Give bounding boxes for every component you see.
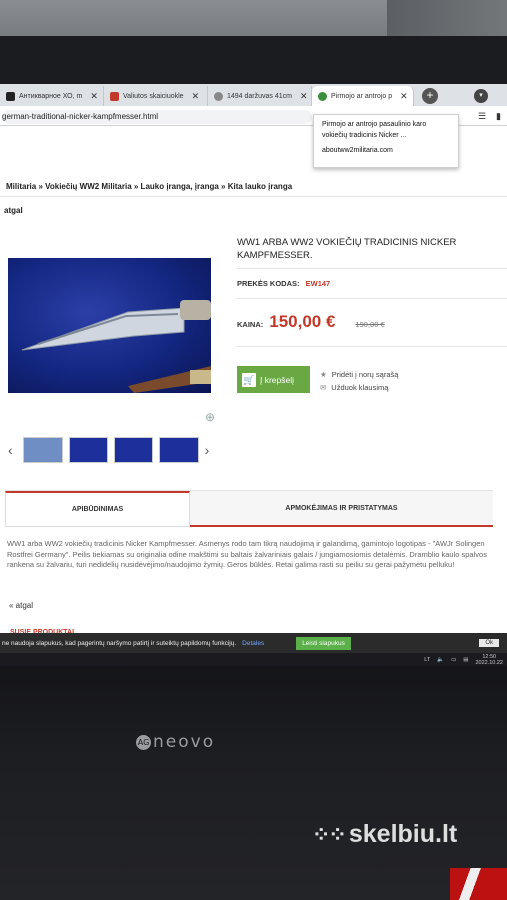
envelope-icon: ✉ [320,383,327,392]
sidebar-icon[interactable]: ▮ [496,111,501,122]
watermark-logo-icon: ⁘⁘ [312,822,347,847]
accept-cookies-button[interactable]: Leisti slapukus [296,636,351,650]
watermark-text: skelbiu.lt [348,820,458,848]
wishlist-link[interactable]: ★ Pridėti į norų sąrašą [320,368,398,381]
browser-tab[interactable]: Антикварное ХО, m ✕ [0,86,104,106]
old-price: 190,00 € [355,320,385,329]
tab-favicon-icon [318,91,327,101]
product-image[interactable] [8,258,211,393]
tab-close-icon[interactable]: ✕ [90,91,98,102]
tab-close-icon[interactable]: ✕ [400,91,408,102]
browser-tab-active[interactable]: Pirmojo ar antrojo p ✕ [312,86,414,106]
browser-tab[interactable]: Valiutos skaiciuokle ✕ [104,86,208,106]
language-indicator[interactable]: LT [424,657,430,663]
divider [237,346,507,347]
notification-icon[interactable]: ▤ [463,657,468,663]
back-link-bottom[interactable]: « atgal [9,601,33,610]
brand-mark: AG [136,735,151,750]
divider [237,268,507,269]
product-code-label: PREKĖS KODAS: [237,279,300,288]
star-icon: ★ [320,370,327,379]
cookie-banner: ne naudoja slapukus, kad pagerintų naršy… [0,633,507,653]
monitor-brand-logo: AG neovo [136,732,215,752]
clock[interactable]: 12:50 2022.10.22 [475,654,503,666]
tab-search-icon[interactable]: ▾ [474,89,488,103]
thumbnail[interactable] [159,437,199,463]
tab-label: Valiutos skaiciuokle [123,92,184,100]
tab-favicon-icon [110,91,119,101]
tab-label: 1494 daržuvas 41cm [227,92,292,100]
product-code-value: EW147 [305,279,331,288]
thumbnail[interactable] [68,437,108,463]
monitor-screen: Антикварное ХО, m ✕ Valiutos skaiciuokle… [0,84,507,666]
cookie-text: ne naudoja slapukus, kad pagerintų naršy… [2,639,237,647]
reading-list-icon[interactable]: ☰ [478,111,486,122]
tab-favicon-icon [6,91,15,101]
zoom-icon[interactable]: ⊕ [205,410,215,424]
product-tabs: APIBŪDINIMAS APMOKĖJIMAS IR PRISTATYMAS [5,490,493,528]
tab-favicon-icon [214,91,223,101]
product-title: WW1 ARBA WW2 VOKIEČIŲ TRADICINIS NICKER … [237,237,457,261]
tooltip-source: aboutww2militaria.com [322,147,393,154]
chevron-left-icon[interactable]: ‹ [8,442,17,458]
toolbar-icons: ☰ ▮ [478,111,501,122]
cookie-details-link[interactable]: Detales [242,640,264,647]
product-code: PREKĖS KODAS: EW147 [237,279,330,288]
monitor-bezel-top [0,36,507,84]
tab-label: Антикварное ХО, m [19,92,83,100]
product-description: WW1 arba WW2 vokiečių tradicinis Nicker … [7,539,487,569]
breadcrumb[interactable]: Militaria » Vokiečių WW2 Militaria » Lau… [6,182,292,191]
os-taskbar: LT 🔈 ▭ ▤ 12:50 2022.10.22 [0,653,507,666]
price-row: KAINA: 150,00 € 190,00 € [237,312,385,332]
add-to-cart-label: Į krepšelį [260,374,295,385]
cart-icon: 🛒 [242,372,256,387]
browser-tab-bar: Антикварное ХО, m ✕ Valiutos skaiciuokle… [0,84,507,106]
back-link[interactable]: atgal [4,206,23,215]
price-label: KAINA: [237,320,264,329]
divider [237,298,507,299]
network-icon[interactable]: ▭ [451,657,456,663]
knife-illustration [21,300,211,393]
tab-close-icon[interactable]: ✕ [192,91,200,102]
ask-question-link[interactable]: ✉ Užduok klausimą [320,381,398,394]
thumbnail-strip: ‹ › [8,436,214,464]
add-to-cart-button[interactable]: 🛒 Į krepšelį [237,366,310,393]
volume-icon[interactable]: 🔈 [437,657,444,663]
tab-description[interactable]: APIBŪDINIMAS [5,491,190,527]
url-field[interactable]: german-traditional-nicker-kampfmesser.ht… [2,110,312,124]
cookie-close-button[interactable]: Ok [479,639,499,647]
thumbnail[interactable] [23,437,63,463]
chevron-right-icon[interactable]: › [205,442,214,458]
price: 150,00 € [269,312,336,331]
divider [0,196,507,197]
tab-label: Pirmojo ar antrojo p [331,92,393,100]
tooltip-title: Pirmojo ar antrojo pasaulinio karo vokie… [322,121,427,139]
monitor-bezel-bottom [0,666,507,900]
watermark: ⁘⁘ skelbiu.lt [312,820,457,849]
tab-close-icon[interactable]: ✕ [300,91,308,102]
brand-name: neovo [153,732,216,752]
thumbnail[interactable] [113,437,154,463]
tab-hover-tooltip: Pirmojo ar antrojo pasaulinio karo vokie… [313,114,459,168]
browser-tab[interactable]: 1494 daržuvas 41cm ✕ [208,86,312,106]
new-tab-button[interactable]: + [422,88,438,104]
tab-payment-delivery[interactable]: APMOKĖJIMAS IR PRISTATYMAS [190,491,493,527]
background-object [450,868,507,900]
clock-date: 2022.10.22 [475,659,503,666]
product-actions: ★ Pridėti į norų sąrašą ✉ Užduok klausimą [320,368,398,394]
